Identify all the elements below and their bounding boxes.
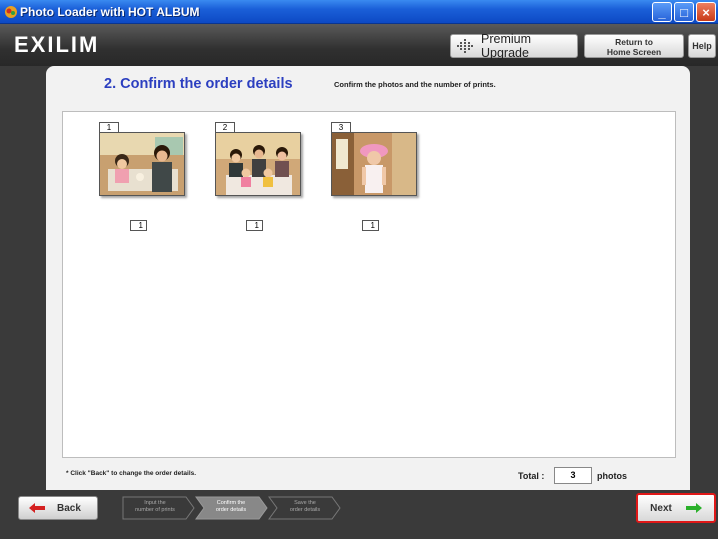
app-icon bbox=[5, 6, 17, 18]
back-hint-text: * Click "Back" to change the order detai… bbox=[66, 470, 197, 477]
step-confirm-order: Confirm the order details bbox=[198, 496, 272, 520]
minimize-button[interactable]: _ bbox=[652, 2, 672, 22]
step-1-line-2: number of prints bbox=[135, 507, 175, 513]
back-label: Back bbox=[57, 502, 81, 514]
maximize-icon: □ bbox=[680, 4, 688, 20]
next-label: Next bbox=[650, 502, 672, 514]
total-unit: photos bbox=[597, 471, 627, 481]
photo-thumbnail[interactable] bbox=[215, 132, 301, 196]
back-button[interactable]: Back bbox=[18, 496, 98, 520]
window-title: Photo Loader with HOT ALBUM bbox=[20, 5, 200, 19]
return-home-label-1: Return to bbox=[615, 37, 653, 47]
minimize-icon: _ bbox=[658, 4, 666, 20]
window-title-bar: Photo Loader with HOT ALBUM _ □ × bbox=[0, 0, 718, 24]
next-button[interactable]: Next bbox=[636, 493, 716, 523]
photo-item[interactable]: 2 1 bbox=[215, 122, 305, 234]
photo-thumbnail[interactable] bbox=[99, 132, 185, 196]
print-quantity-field[interactable]: 1 bbox=[246, 220, 263, 231]
premium-upgrade-label: Premium Upgrade bbox=[481, 32, 532, 60]
page-description: Confirm the photos and the number of pri… bbox=[334, 80, 496, 89]
photo-list: 1 1 2 1 3 1 bbox=[62, 111, 676, 458]
photo-item[interactable]: 3 1 bbox=[331, 122, 421, 234]
grid-dots-icon bbox=[457, 39, 473, 53]
photo-thumbnail[interactable] bbox=[331, 132, 417, 196]
page-title: 2. Confirm the order details bbox=[104, 76, 293, 92]
svg-text:EXILIM: EXILIM bbox=[14, 32, 99, 57]
return-home-button[interactable]: Return to Home Screen bbox=[584, 34, 684, 58]
step-save-order: Save the order details bbox=[272, 496, 346, 520]
close-icon: × bbox=[702, 4, 710, 20]
step-2-line-2: order details bbox=[215, 507, 247, 513]
close-button[interactable]: × bbox=[696, 2, 716, 22]
return-home-label-2: Home Screen bbox=[606, 47, 662, 57]
premium-upgrade-button[interactable]: Premium Upgrade bbox=[450, 32, 578, 60]
total-label: Total : bbox=[518, 471, 545, 481]
footer-bar bbox=[0, 490, 718, 539]
arrow-right-icon bbox=[685, 503, 702, 513]
arrow-left-icon bbox=[29, 503, 45, 513]
step-input-prints: Input the number of prints bbox=[122, 496, 196, 520]
print-quantity-field[interactable]: 1 bbox=[130, 220, 147, 231]
print-quantity-field[interactable]: 1 bbox=[362, 220, 379, 231]
step-3-line-1: Save the bbox=[294, 500, 316, 506]
help-button[interactable]: Help bbox=[688, 34, 716, 58]
maximize-button[interactable]: □ bbox=[674, 2, 694, 22]
step-3-line-2: order details bbox=[289, 507, 321, 513]
total-photos-field: 3 bbox=[554, 467, 592, 484]
exilim-logo: EXILIM bbox=[14, 32, 99, 57]
photo-item[interactable]: 1 1 bbox=[99, 122, 189, 234]
step-2-line-1: Confirm the bbox=[216, 500, 246, 506]
step-1-line-1: Input the bbox=[144, 500, 166, 506]
